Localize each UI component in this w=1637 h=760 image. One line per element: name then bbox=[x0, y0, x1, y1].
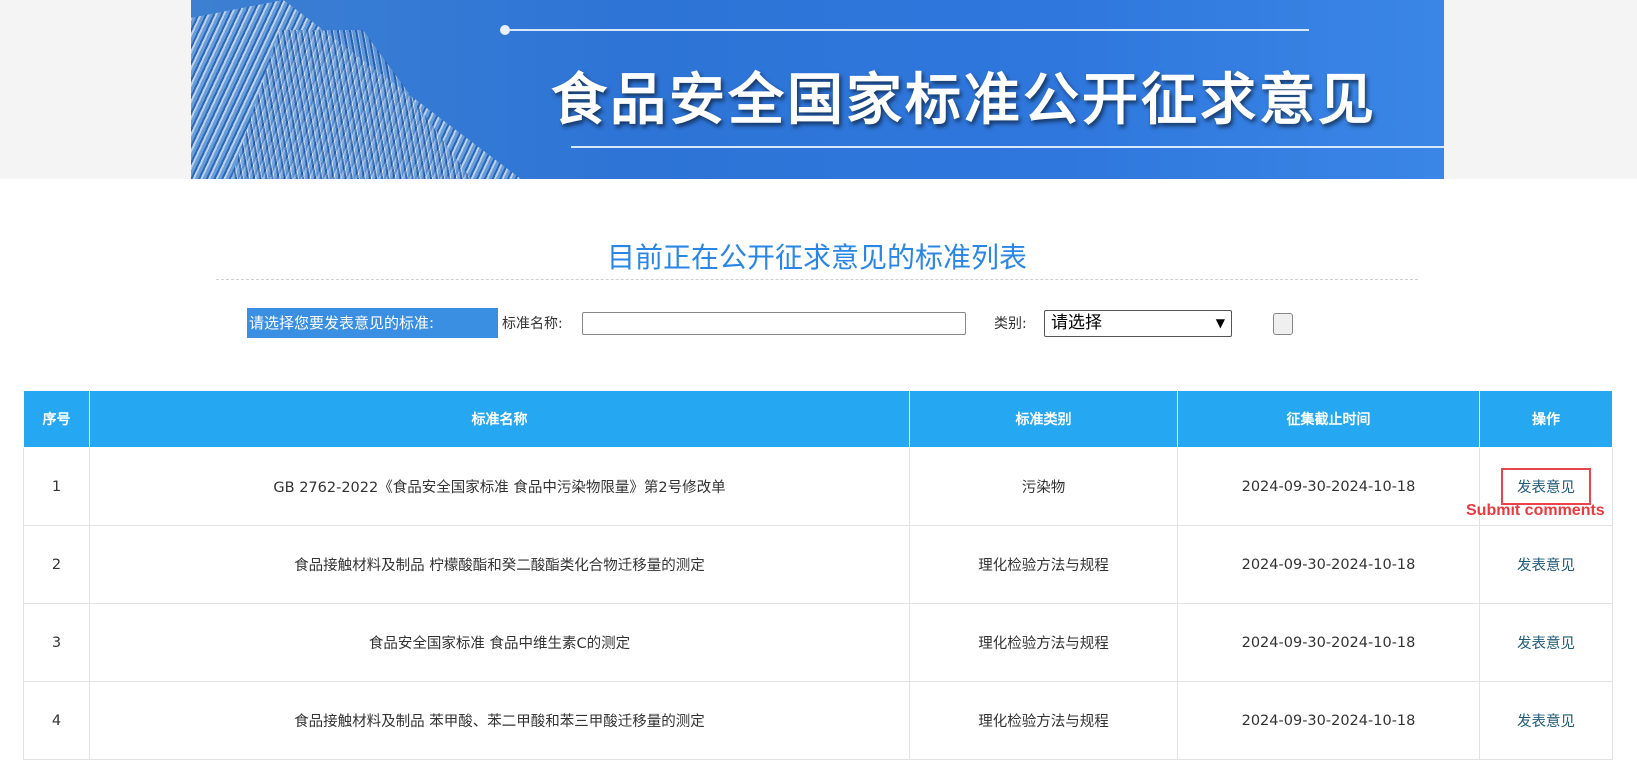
row-deadline: 2024-09-30-2024-10-18 bbox=[1177, 603, 1480, 682]
chevron-down-icon: ▼ bbox=[1215, 316, 1225, 330]
submit-comment-link[interactable]: 发表意见 bbox=[1517, 480, 1575, 496]
row-action-cell: 发表意见 bbox=[1479, 603, 1613, 682]
row-category: 理化检验方法与规程 bbox=[909, 603, 1178, 682]
submit-comments-annotation: Submit comments bbox=[1466, 502, 1605, 519]
filter-section-label: 请选择您要发表意见的标准: bbox=[247, 308, 498, 338]
search-button[interactable] bbox=[1273, 313, 1293, 335]
submit-comment-link[interactable]: 发表意见 bbox=[1517, 558, 1575, 574]
table-row: 1 GB 2762-2022《食品安全国家标准 食品中污染物限量》第2号修改单 … bbox=[23, 447, 1613, 526]
row-category: 理化检验方法与规程 bbox=[909, 525, 1178, 604]
row-name: 食品安全国家标准 食品中维生素C的测定 bbox=[89, 603, 910, 682]
row-deadline: 2024-09-30-2024-10-18 bbox=[1177, 681, 1480, 760]
banner-rule-bottom bbox=[571, 146, 1444, 148]
banner-rule-top bbox=[509, 29, 1309, 31]
header-category: 标准类别 bbox=[909, 390, 1178, 448]
standards-table: 序号 标准名称 标准类别 征集截止时间 操作 1 GB 2762-2022《食品… bbox=[23, 390, 1613, 760]
category-select[interactable]: 请选择 ▼ bbox=[1044, 310, 1232, 337]
category-label: 类别: bbox=[994, 316, 1027, 332]
row-action-cell: 发表意见 bbox=[1479, 681, 1613, 760]
standard-name-input[interactable] bbox=[582, 312, 966, 335]
row-category: 污染物 bbox=[909, 447, 1178, 526]
page-title: 目前正在公开征求意见的标准列表 bbox=[606, 241, 1027, 274]
table-row: 3 食品安全国家标准 食品中维生素C的测定 理化检验方法与规程 2024-09-… bbox=[23, 603, 1613, 682]
submit-comment-link[interactable]: 发表意见 bbox=[1517, 714, 1575, 730]
row-no: 1 bbox=[23, 447, 90, 526]
row-name: 食品接触材料及制品 苯甲酸、苯二甲酸和苯三甲酸迁移量的测定 bbox=[89, 681, 910, 760]
header-deadline: 征集截止时间 bbox=[1177, 390, 1480, 448]
header-action: 操作 bbox=[1479, 390, 1613, 448]
table-header-row: 序号 标准名称 标准类别 征集截止时间 操作 bbox=[23, 390, 1613, 448]
submit-comment-link[interactable]: 发表意见 bbox=[1517, 636, 1575, 652]
row-action-cell: 发表意见 bbox=[1479, 525, 1613, 604]
row-name: 食品接触材料及制品 柠檬酸酯和癸二酸酯类化合物迁移量的测定 bbox=[89, 525, 910, 604]
header-name: 标准名称 bbox=[89, 390, 910, 448]
category-selected-value: 请选择 bbox=[1051, 313, 1102, 333]
title-divider bbox=[216, 279, 1418, 280]
row-no: 4 bbox=[23, 681, 90, 760]
row-no: 2 bbox=[23, 525, 90, 604]
table-row: 2 食品接触材料及制品 柠檬酸酯和癸二酸酯类化合物迁移量的测定 理化检验方法与规… bbox=[23, 525, 1613, 604]
standard-name-label: 标准名称: bbox=[502, 316, 563, 332]
highlight-box: 发表意见 bbox=[1501, 468, 1591, 505]
row-category: 理化检验方法与规程 bbox=[909, 681, 1178, 760]
header-no: 序号 bbox=[23, 390, 90, 448]
table-row: 4 食品接触材料及制品 苯甲酸、苯二甲酸和苯三甲酸迁移量的测定 理化检验方法与规… bbox=[23, 681, 1613, 760]
row-deadline: 2024-09-30-2024-10-18 bbox=[1177, 447, 1480, 526]
row-no: 3 bbox=[23, 603, 90, 682]
header-banner: 食品安全国家标准公开征求意见 bbox=[191, 0, 1444, 179]
banner-title: 食品安全国家标准公开征求意见 bbox=[551, 67, 1377, 133]
row-deadline: 2024-09-30-2024-10-18 bbox=[1177, 525, 1480, 604]
row-name: GB 2762-2022《食品安全国家标准 食品中污染物限量》第2号修改单 bbox=[89, 447, 910, 526]
